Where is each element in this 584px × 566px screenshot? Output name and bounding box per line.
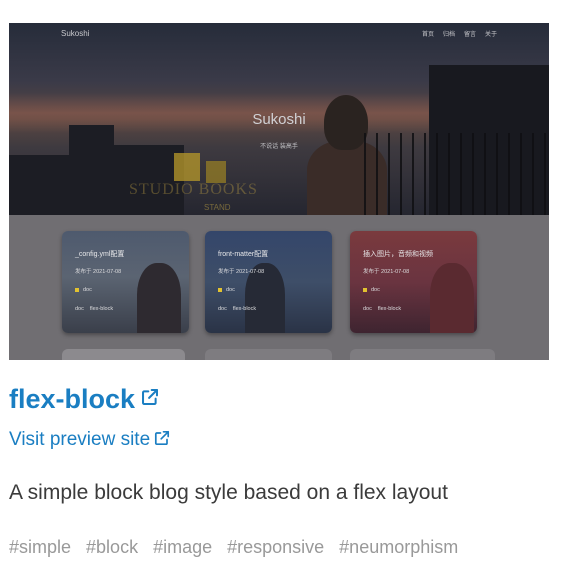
shop-sign [174, 153, 200, 181]
external-link-icon[interactable] [141, 388, 159, 411]
card-category: doc [75, 287, 92, 293]
preview-nav-item: 留言 [463, 32, 476, 38]
preview-post-card: _config.yml配置 发布于 2021-07-08 doc doc flex… [62, 231, 189, 333]
card-tag: flex-block [89, 306, 114, 312]
preview-nav-item: 首页 [421, 32, 434, 38]
preview-card-grid: _config.yml配置 发布于 2021-07-08 doc doc flex… [9, 215, 549, 360]
preview-nav-item: 关于 [484, 32, 497, 38]
preview-logo: Sukoshi [61, 29, 90, 38]
project-description: A simple block blog style based on a fle… [9, 481, 448, 504]
preview-post-card: 插入图片，音频和视频 发布于 2021-07-08 doc doc flex-bl… [350, 231, 477, 333]
preview-nav: 首页 归档 留言 关于 [422, 29, 497, 38]
tag-link[interactable]: #image [153, 536, 212, 558]
card-tag: doc [363, 306, 372, 312]
preview-link-row: Visit preview site [9, 428, 170, 452]
card-title: _config.yml配置 [75, 251, 125, 258]
card-title: front-matter配置 [218, 251, 269, 258]
shop-sign [206, 161, 226, 183]
card-meta: 发布于 2021-07-08 [363, 269, 410, 275]
preview-site-subtitle: 不说话 装高手 [260, 144, 298, 150]
category-icon [75, 287, 79, 292]
card-title: 插入图片，音频和视频 [363, 251, 433, 258]
category-icon [363, 287, 367, 292]
card-category-label: doc [83, 287, 92, 293]
background-text-small: STAND [204, 203, 231, 212]
building-silhouette [9, 155, 69, 215]
preview-nav-item: 归档 [442, 32, 455, 38]
card-tags: doc flex-block [363, 306, 407, 312]
card-tags: doc flex-block [218, 306, 262, 312]
card-tag: doc [218, 306, 227, 312]
external-link-icon[interactable] [154, 430, 170, 451]
card-tag: flex-block [232, 306, 257, 312]
card-category: doc [363, 287, 380, 293]
preview-card-stub [350, 349, 495, 360]
preview-post-card: front-matter配置 发布于 2021-07-08 doc doc fle… [205, 231, 332, 333]
card-tags: doc flex-block [75, 306, 119, 312]
building-silhouette [69, 125, 114, 215]
preview-card-stub [62, 349, 185, 360]
theme-preview-image[interactable]: STUDIO BOOKS STAND Sukoshi 首页 归档 留言 关于 S… [9, 23, 549, 360]
card-category-label: doc [226, 287, 235, 293]
card-tag: flex-block [377, 306, 402, 312]
card-character [430, 263, 474, 333]
project-title-row: flex-block [9, 382, 159, 416]
card-category-label: doc [371, 287, 380, 293]
card-meta: 发布于 2021-07-08 [218, 269, 265, 275]
tag-link[interactable]: #simple [9, 536, 71, 558]
category-icon [218, 287, 222, 292]
background-text: STUDIO BOOKS [129, 181, 258, 198]
preview-hero: STUDIO BOOKS STAND Sukoshi 首页 归档 留言 关于 S… [9, 23, 549, 215]
visit-preview-link[interactable]: Visit preview site [9, 428, 150, 452]
card-tag: doc [75, 306, 84, 312]
card-character [137, 263, 181, 333]
tag-link[interactable]: #responsive [227, 536, 324, 558]
project-tags: #simple #block #image #responsive #neumo… [9, 536, 458, 558]
preview-site-title: Sukoshi [252, 111, 306, 128]
project-title-link[interactable]: flex-block [9, 382, 135, 416]
tag-link[interactable]: #block [86, 536, 138, 558]
preview-card-stub [205, 349, 332, 360]
card-meta: 发布于 2021-07-08 [75, 269, 122, 275]
tag-link[interactable]: #neumorphism [339, 536, 458, 558]
card-category: doc [218, 287, 235, 293]
